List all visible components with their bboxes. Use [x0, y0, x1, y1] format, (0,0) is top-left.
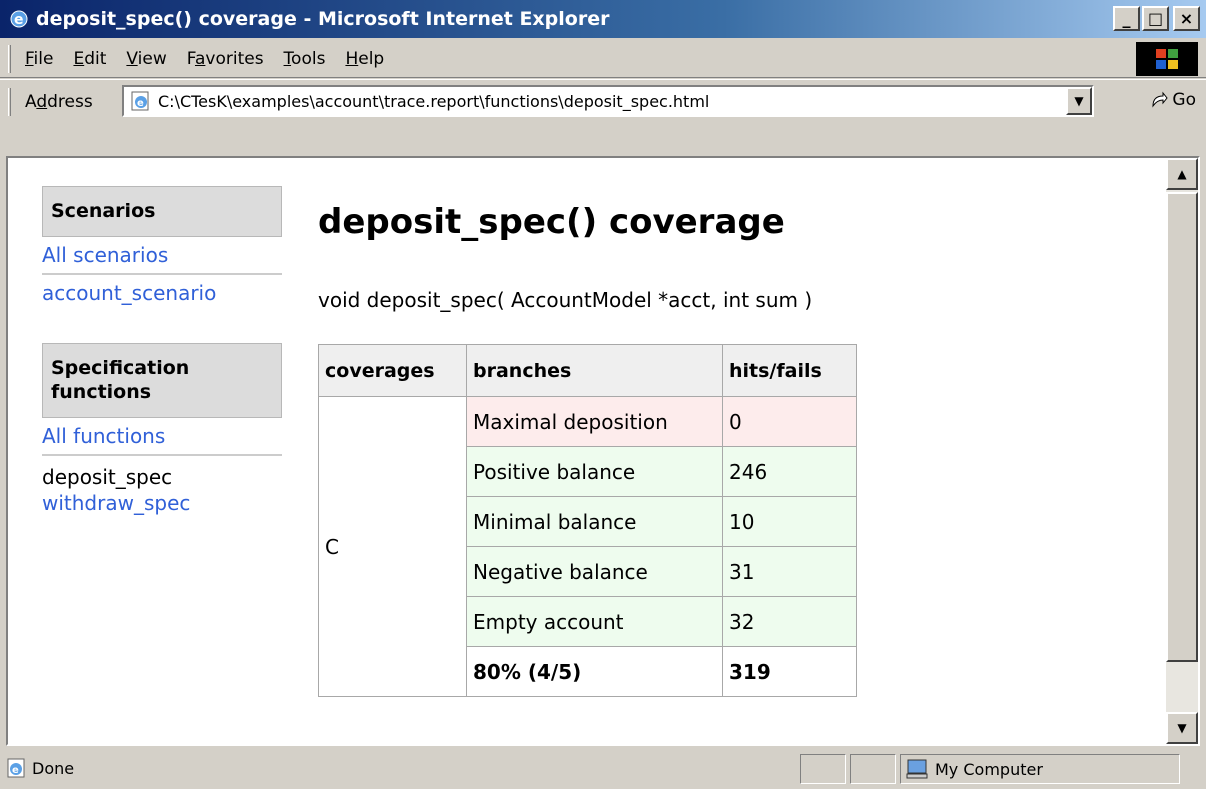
- vertical-scrollbar[interactable]: ▲ ▼: [1166, 158, 1198, 744]
- coverage-table: coverages branches hits/fails C Maximal …: [318, 344, 857, 697]
- menu-view-post: iew: [137, 48, 167, 69]
- function-signature: void deposit_spec( AccountModel *acct, i…: [318, 288, 813, 312]
- all-scenarios-link[interactable]: All scenarios: [42, 237, 282, 275]
- status-pane: [800, 754, 846, 784]
- window-title: deposit_spec() coverage - Microsoft Inte…: [36, 8, 610, 30]
- menu-file-key: F: [25, 48, 34, 69]
- windows-logo-icon: [1136, 42, 1198, 76]
- menu-tools-post: ools: [291, 48, 326, 69]
- address-dropdown-button[interactable]: ▼: [1066, 87, 1092, 115]
- branch-cell: Maximal deposition: [466, 396, 723, 447]
- header-coverages: coverages: [318, 344, 467, 397]
- computer-icon: [906, 759, 928, 779]
- withdraw-spec-link[interactable]: withdraw_spec: [42, 491, 282, 521]
- close-button[interactable]: ×: [1173, 6, 1200, 31]
- menu-favorites-key: a: [194, 48, 206, 69]
- coverage-name-cell: C: [318, 396, 467, 697]
- web-page: Scenarios All scenarios account_scenario…: [8, 158, 1166, 744]
- page-icon: e: [128, 90, 154, 112]
- zone-text: My Computer: [935, 759, 1043, 779]
- scroll-up-button[interactable]: ▲: [1166, 158, 1198, 190]
- toolbar-grip[interactable]: [8, 44, 11, 73]
- menu-favorites-post: vorites: [205, 48, 264, 69]
- menu-tools-key: T: [283, 48, 292, 69]
- menu-file-post: ile: [33, 48, 54, 69]
- ie-icon: e: [8, 8, 30, 30]
- table-row: C Maximal deposition 0: [318, 396, 857, 697]
- header-hits: hits/fails: [722, 344, 857, 397]
- scenarios-heading: Scenarios: [42, 186, 282, 237]
- go-label: Go: [1172, 90, 1196, 110]
- page-title: deposit_spec() coverage: [318, 202, 785, 242]
- table-header-row: coverages branches hits/fails: [318, 344, 857, 397]
- menu-help-post: elp: [358, 48, 385, 69]
- hits-cell: 10: [722, 496, 857, 547]
- address-label-post: dress: [47, 91, 93, 112]
- functions-heading: Specification functions: [42, 342, 282, 419]
- scroll-thumb[interactable]: [1166, 192, 1198, 662]
- menu-view[interactable]: View: [126, 49, 166, 69]
- status-pane: [850, 754, 896, 784]
- page-status-icon: e: [7, 758, 25, 778]
- go-arrow-icon: [1152, 91, 1169, 108]
- sidebar: Scenarios All scenarios account_scenario…: [42, 186, 282, 521]
- address-input[interactable]: e C:\CTesK\examples\account\trace.report…: [122, 85, 1094, 117]
- svg-text:e: e: [14, 12, 24, 28]
- address-label-pre: A: [25, 91, 37, 112]
- menu-favorites-pre: F: [186, 48, 195, 69]
- address-bar: Address e C:\CTesK\examples\account\trac…: [0, 79, 1206, 123]
- menu-edit[interactable]: Edit: [73, 49, 106, 69]
- current-function: deposit_spec: [42, 465, 173, 490]
- hits-cell: 31: [722, 546, 857, 597]
- menu-edit-post: dit: [84, 48, 107, 69]
- hits-cell: 246: [722, 446, 857, 497]
- menu-file[interactable]: File: [25, 49, 53, 69]
- address-grip[interactable]: [8, 87, 11, 116]
- total-hits-cell: 319: [722, 646, 857, 697]
- menu-edit-key: E: [73, 48, 85, 69]
- address-label-key: d: [36, 91, 48, 112]
- main-content: deposit_spec() coverage void deposit_spe…: [318, 202, 1158, 697]
- hits-cell: 0: [722, 396, 857, 447]
- minimize-button[interactable]: _: [1113, 6, 1140, 31]
- scenario-link[interactable]: account_scenario: [42, 275, 282, 311]
- hits-cell: 32: [722, 596, 857, 647]
- svg-text:e: e: [12, 765, 19, 776]
- total-branch-cell: 80% (4/5): [466, 646, 723, 697]
- scroll-down-button[interactable]: ▼: [1166, 712, 1198, 744]
- branch-cell: Positive balance: [466, 446, 723, 497]
- branch-cell: Negative balance: [466, 546, 723, 597]
- menu-view-key: V: [126, 48, 138, 69]
- header-branches: branches: [466, 344, 723, 397]
- title-bar[interactable]: e deposit_spec() coverage - Microsoft In…: [0, 0, 1206, 38]
- branch-cell: Minimal balance: [466, 496, 723, 547]
- address-label: Address: [25, 92, 93, 112]
- maximize-button[interactable]: □: [1142, 6, 1169, 31]
- menu-bar: File Edit View Favorites Tools Help: [0, 40, 1206, 78]
- menu-help-key: H: [345, 48, 359, 69]
- go-button[interactable]: Go: [1149, 90, 1196, 110]
- menu-tools[interactable]: Tools: [284, 49, 326, 69]
- branch-cell: Empty account: [466, 596, 723, 647]
- all-functions-link[interactable]: All functions: [42, 418, 282, 457]
- address-url: C:\CTesK\examples\account\trace.report\f…: [158, 91, 710, 111]
- menu-help[interactable]: Help: [345, 49, 384, 69]
- zone-pane: My Computer: [900, 754, 1180, 784]
- browser-content: Scenarios All scenarios account_scenario…: [6, 156, 1200, 746]
- status-bar: e Done My Computer: [0, 750, 1206, 789]
- menu-favorites[interactable]: Favorites: [187, 49, 264, 69]
- status-text: Done: [32, 758, 75, 778]
- svg-text:e: e: [137, 98, 144, 109]
